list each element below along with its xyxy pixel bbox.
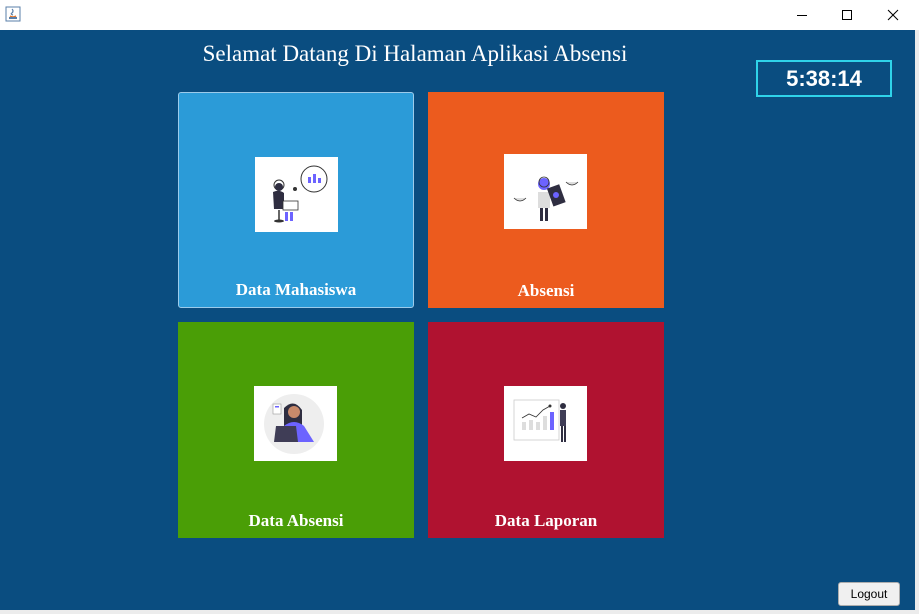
tile-label: Data Mahasiswa	[235, 280, 357, 299]
tile-absensi[interactable]: Absensi	[428, 92, 664, 308]
report-illustration	[504, 386, 587, 461]
java-app-icon[interactable]	[5, 6, 21, 22]
logout-button[interactable]: Logout	[838, 582, 900, 606]
minimize-icon	[797, 15, 807, 16]
window-border-bottom	[0, 610, 919, 614]
window-border-right	[915, 30, 919, 614]
page-title: Selamat Datang Di Halaman Aplikasi Absen…	[202, 41, 628, 66]
clock-display: 5:38:14	[756, 60, 892, 97]
close-icon	[887, 9, 899, 21]
tile-label: Absensi	[517, 281, 575, 300]
close-button[interactable]	[870, 0, 916, 30]
maximize-button[interactable]	[824, 0, 870, 30]
attendance-illustration	[504, 154, 587, 229]
tile-data-mahasiswa[interactable]: Data Mahasiswa	[178, 92, 414, 308]
maximize-icon	[842, 10, 852, 20]
tile-label: Data Absensi	[248, 511, 344, 530]
tile-data-absensi[interactable]: Data Absensi	[178, 322, 414, 538]
tile-label: Data Laporan	[494, 511, 598, 530]
tile-data-laporan[interactable]: Data Laporan	[428, 322, 664, 538]
student-data-illustration	[255, 157, 338, 232]
window-titlebar	[0, 0, 919, 30]
main-panel: Selamat Datang Di Halaman Aplikasi Absen…	[0, 30, 915, 610]
attendance-data-illustration	[254, 386, 337, 461]
minimize-button[interactable]	[779, 0, 825, 30]
